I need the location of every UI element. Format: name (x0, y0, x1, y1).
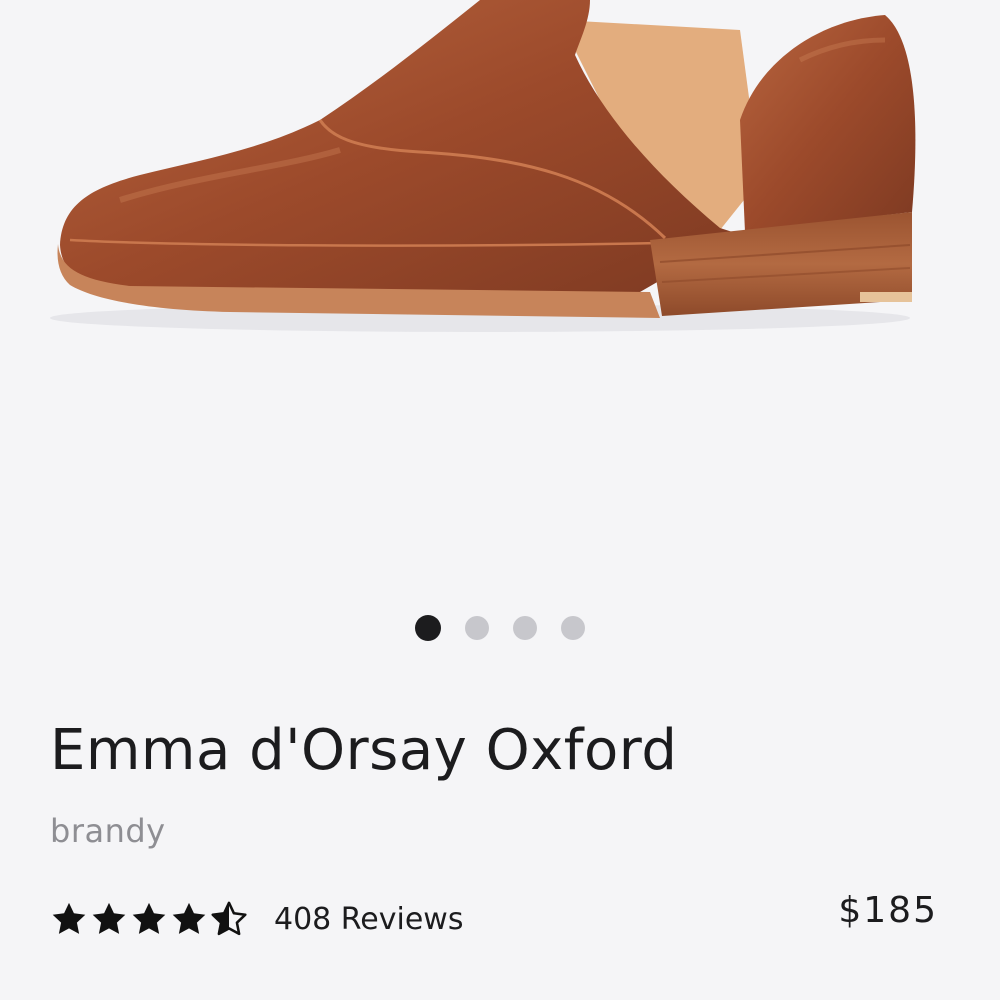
product-price: $185 (838, 890, 938, 931)
shoe-image (50, 0, 916, 332)
rating-row: 408 Reviews (50, 900, 463, 938)
star-icon (132, 902, 166, 934)
product-image-gallery[interactable] (0, 0, 1000, 600)
star-icon (92, 902, 126, 934)
page-dot-1[interactable] (415, 615, 441, 641)
star-rating[interactable] (50, 900, 248, 938)
product-color-variant: brandy (50, 812, 166, 850)
gallery-pagination (0, 615, 1000, 641)
reviews-link[interactable]: 408 Reviews (274, 902, 463, 937)
page-dot-3[interactable] (513, 616, 537, 640)
page-dot-2[interactable] (465, 616, 489, 640)
star-icon (172, 902, 206, 934)
product-title: Emma d'Orsay Oxford (50, 718, 678, 783)
star-icon (52, 902, 86, 934)
page-dot-4[interactable] (561, 616, 585, 640)
half-star-icon (211, 901, 247, 936)
